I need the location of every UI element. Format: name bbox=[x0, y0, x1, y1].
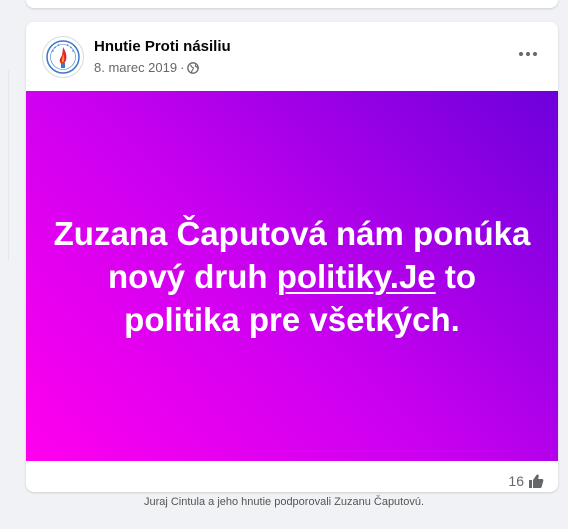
post-meta: 8. marec 2019 · bbox=[94, 60, 200, 75]
org-logo-icon bbox=[46, 40, 80, 74]
post-text: Zuzana Čaputová nám ponúka nový druh pol… bbox=[52, 212, 532, 341]
post-text-segment: nový druh bbox=[108, 257, 277, 295]
reaction-count: 16 bbox=[508, 473, 524, 489]
like-icon bbox=[529, 474, 544, 488]
post-text-segment: to bbox=[435, 257, 476, 295]
post-text-line-2: nový druh politiky.Je to bbox=[52, 255, 532, 298]
post-card: Hnutie Proti násiliu 8. marec 2019 · Zuz… bbox=[26, 22, 558, 492]
post-text-line-1: Zuzana Čaputová nám ponúka bbox=[53, 214, 531, 252]
more-options-button[interactable] bbox=[514, 40, 542, 68]
more-dot bbox=[533, 52, 537, 56]
page-name[interactable]: Hnutie Proti násiliu bbox=[94, 38, 231, 55]
post-text-banner: Zuzana Čaputová nám ponúka nový druh pol… bbox=[26, 91, 558, 461]
politiky-link[interactable]: politiky.Je bbox=[277, 258, 436, 295]
more-dot bbox=[519, 52, 523, 56]
previous-post-card bbox=[26, 0, 558, 8]
meta-separator: · bbox=[180, 60, 185, 75]
reaction-summary[interactable]: 16 bbox=[508, 473, 544, 489]
post-date[interactable]: 8. marec 2019 bbox=[94, 60, 177, 75]
globe-icon bbox=[187, 61, 200, 74]
post-text-line-3: politika pre všetkých. bbox=[124, 300, 460, 338]
more-dot bbox=[526, 52, 530, 56]
left-divider bbox=[8, 70, 9, 260]
image-caption: Juraj Cintula a jeho hnutie podporovali … bbox=[143, 496, 425, 508]
page-avatar[interactable] bbox=[42, 36, 84, 78]
